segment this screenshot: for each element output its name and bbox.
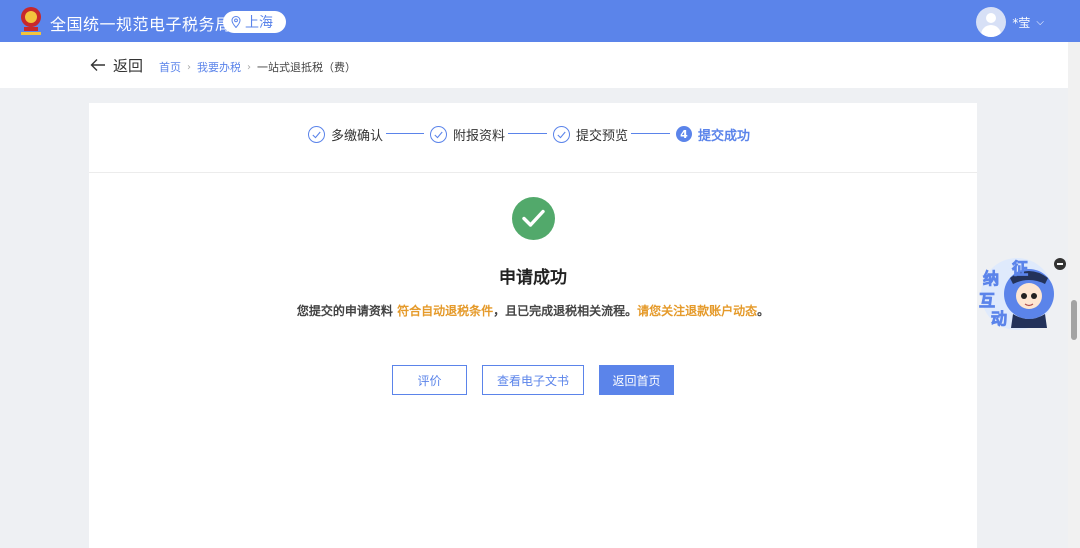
check-icon <box>430 125 447 143</box>
step-connector <box>386 133 424 134</box>
sub-header: 返回 首页 › 我要办税 › 一站式退抵税（费） <box>0 42 1068 88</box>
interaction-assistant-widget[interactable]: 征 纳 互 动 <box>977 256 1057 331</box>
step-2: 附报资料 <box>430 125 506 144</box>
avatar <box>976 7 1007 37</box>
message-highlight: 符合自动退税条件 <box>397 304 494 318</box>
widget-char: 互 <box>979 291 995 310</box>
minimize-widget-icon[interactable] <box>1054 258 1066 270</box>
check-icon <box>308 125 325 143</box>
step-progress: 多缴确认 附报资料 提交预览 4 提交成功 <box>89 103 977 173</box>
step-label: 提交预览 <box>576 128 629 144</box>
breadcrumb-tax-services[interactable]: 我要办税 <box>197 59 241 75</box>
result-title: 申请成功 <box>499 268 567 288</box>
tax-emblem-logo <box>21 7 41 35</box>
step-3: 提交预览 <box>553 125 629 144</box>
message-text: ，且已完成退税相关流程。 <box>493 304 638 318</box>
widget-char: 动 <box>991 309 1007 328</box>
region-label: 上海 <box>245 15 273 31</box>
success-check-icon <box>512 197 555 240</box>
top-header: 全国统一规范电子税务局 上海 *莹 ⌵ <box>0 0 1080 42</box>
content-card: 多缴确认 附报资料 提交预览 4 提交成功 申请成功 您提交的申请资料 符合自动… <box>89 103 977 548</box>
chevron-down-icon: ⌵ <box>1036 16 1044 28</box>
step-label: 附报资料 <box>453 128 506 144</box>
breadcrumb: 首页 › 我要办税 › 一站式退抵税（费） <box>159 59 356 75</box>
breadcrumb-home[interactable]: 首页 <box>159 59 181 75</box>
message-text: 。 <box>757 304 770 318</box>
scrollbar-thumb[interactable] <box>1071 300 1077 340</box>
result-message: 您提交的申请资料 符合自动退税条件，且已完成退税相关流程。请您关注退款账户动态。 <box>89 302 977 319</box>
breadcrumb-separator-icon: › <box>247 61 251 73</box>
step-number: 4 <box>676 126 692 142</box>
step-label: 多缴确认 <box>331 128 384 144</box>
step-connector <box>631 133 670 134</box>
page-scrollbar[interactable] <box>1068 42 1080 548</box>
evaluate-button[interactable]: 评价 <box>392 365 467 395</box>
widget-char: 征 <box>1012 259 1028 278</box>
arrow-left-icon <box>90 59 105 71</box>
message-highlight: 请您关注退款账户动态 <box>637 304 758 318</box>
back-button[interactable]: 返回 <box>90 55 143 75</box>
widget-char: 纳 <box>983 269 999 288</box>
step-connector <box>508 133 547 134</box>
location-pin-icon <box>231 16 241 28</box>
user-menu[interactable]: *莹 ⌵ <box>976 7 1044 37</box>
check-icon <box>553 125 570 143</box>
user-name: *莹 <box>1012 15 1031 30</box>
return-home-button[interactable]: 返回首页 <box>599 365 674 395</box>
region-selector[interactable]: 上海 <box>223 11 286 33</box>
step-1: 多缴确认 <box>308 125 384 144</box>
site-title[interactable]: 全国统一规范电子税务局 <box>50 11 232 35</box>
step-label: 提交成功 <box>698 128 751 144</box>
breadcrumb-separator-icon: › <box>187 61 191 73</box>
view-e-document-button[interactable]: 查看电子文书 <box>482 365 584 395</box>
action-buttons: 评价 查看电子文书 返回首页 <box>392 365 674 395</box>
back-label: 返回 <box>113 56 144 75</box>
step-4: 4 提交成功 <box>676 125 751 144</box>
breadcrumb-current: 一站式退抵税（费） <box>257 61 356 74</box>
message-text: 您提交的申请资料 <box>296 304 398 318</box>
